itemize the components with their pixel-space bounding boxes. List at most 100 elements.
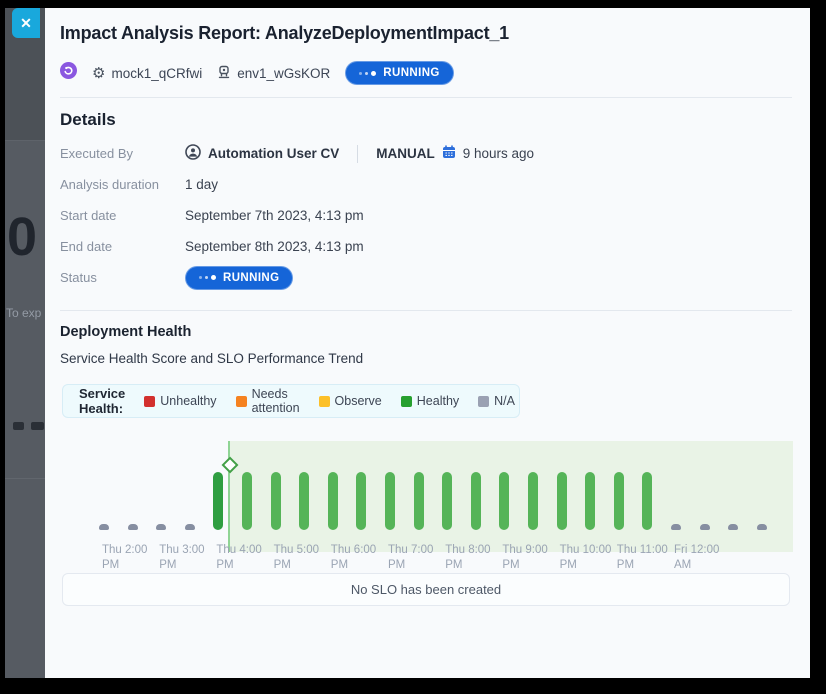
report-meta-row: ⚙ mock1_qCRfwi env1_wGsKOR RUNNING	[60, 60, 454, 86]
legend-label: Observe	[335, 394, 382, 408]
legend-title: Service Health:	[79, 386, 125, 416]
details-table: Executed By Automation User CV MANUAL	[60, 138, 700, 293]
details-heading: Details	[60, 110, 116, 130]
status-badge-label: RUNNING	[223, 272, 279, 284]
chart-bar[interactable]	[299, 472, 309, 530]
post-deployment-highlight-region	[229, 441, 793, 552]
legend-label: Needs attention	[252, 387, 300, 415]
x-axis-tick-label: Fri 12:00AM	[674, 543, 719, 573]
chart-bar[interactable]	[185, 524, 195, 530]
status-label: Status	[60, 270, 185, 285]
service-health-legend: Service Health: Unhealthy Needs attention…	[62, 384, 520, 418]
chart-bar[interactable]	[585, 472, 595, 530]
legend-swatch-icon	[401, 396, 412, 407]
section-divider	[60, 310, 792, 311]
environment-icon	[217, 65, 231, 82]
x-axis-tick-label: Thu 4:00PM	[216, 543, 261, 573]
chart-bar[interactable]	[728, 524, 738, 530]
legend-swatch-icon	[319, 396, 330, 407]
duration-value: 1 day	[185, 177, 218, 192]
executed-by-row: Executed By Automation User CV MANUAL	[60, 138, 700, 169]
legend-swatch-icon	[236, 396, 247, 407]
duration-row: Analysis duration 1 day	[60, 169, 700, 200]
header-divider	[60, 97, 792, 98]
legend-item: Needs attention	[236, 387, 300, 415]
x-axis-tick-label: Thu 6:00PM	[331, 543, 376, 573]
legend-label: Healthy	[417, 394, 459, 408]
chart-bar[interactable]	[700, 524, 710, 530]
legend-item: Unhealthy	[144, 394, 216, 408]
start-date-label: Start date	[60, 208, 185, 223]
chart-bar[interactable]	[242, 472, 252, 530]
duration-label: Analysis duration	[60, 177, 185, 192]
start-date-value: September 7th 2023, 4:13 pm	[185, 208, 364, 223]
status-row: Status RUNNING	[60, 262, 700, 293]
status-value: RUNNING	[185, 266, 293, 290]
x-axis-tick-label: Thu 2:00PM	[102, 543, 147, 573]
chart-bar[interactable]	[671, 524, 681, 530]
legend-item: Healthy	[401, 394, 459, 408]
environment-name: env1_wGsKOR	[237, 66, 330, 81]
chart-bar[interactable]	[442, 472, 452, 530]
x-axis-tick-label: Thu 7:00PM	[388, 543, 433, 573]
end-date-row: End date September 8th 2023, 4:13 pm	[60, 231, 700, 262]
end-date-label: End date	[60, 239, 185, 254]
chart-bar[interactable]	[557, 472, 567, 530]
workflow-meta-item: ⚙ mock1_qCRfwi	[92, 66, 202, 81]
trigger-mode: MANUAL	[376, 146, 435, 161]
workflow-app-icon	[60, 62, 77, 84]
chart-bar[interactable]	[156, 524, 166, 530]
deployment-health-heading: Deployment Health	[60, 324, 191, 340]
executed-by-user: Automation User CV	[208, 146, 339, 161]
close-button[interactable]: ✕	[12, 8, 40, 38]
page-title: Impact Analysis Report: AnalyzeDeploymen…	[60, 23, 509, 44]
legend-item: N/A	[478, 394, 515, 408]
background-metric-number: 0	[7, 206, 37, 268]
x-axis-tick-label: Thu 9:00PM	[502, 543, 547, 573]
status-badge: RUNNING	[185, 266, 293, 290]
x-axis-tick-label: Thu 11:00PM	[617, 543, 668, 573]
running-dots-icon	[359, 71, 376, 76]
dimmed-background-page: 0 To exp	[5, 8, 45, 678]
chart-bar[interactable]	[385, 472, 395, 530]
chart-bar[interactable]	[642, 472, 652, 530]
user-icon	[185, 144, 201, 163]
x-axis-tick-label: Thu 5:00PM	[274, 543, 319, 573]
x-axis-tick-label: Thu 8:00PM	[445, 543, 490, 573]
legend-item: Observe	[319, 394, 382, 408]
chart-subtitle: Service Health Score and SLO Performance…	[60, 351, 363, 366]
health-chart: Thu 2:00PM Thu 3:00PM Thu 4:00PM Thu 5:00PM…	[60, 428, 800, 576]
workflow-name: mock1_qCRfwi	[111, 66, 202, 81]
start-date-row: Start date September 7th 2023, 4:13 pm	[60, 200, 700, 231]
legend-swatch-icon	[144, 396, 155, 407]
slo-empty-state: No SLO has been created	[62, 573, 790, 606]
background-divider	[5, 478, 45, 479]
environment-meta-item: env1_wGsKOR	[217, 65, 330, 82]
chart-bar[interactable]	[213, 472, 223, 530]
value-separator	[357, 145, 358, 163]
background-toolbar-shape	[13, 422, 24, 430]
chart-bar[interactable]	[757, 524, 767, 530]
close-icon: ✕	[20, 15, 32, 32]
chart-bar[interactable]	[328, 472, 338, 530]
chart-bar[interactable]	[499, 472, 509, 530]
background-partial-text: To exp	[6, 306, 41, 320]
chart-bar[interactable]	[614, 472, 624, 530]
chart-bar[interactable]	[528, 472, 538, 530]
calendar-icon	[442, 145, 456, 162]
chart-bar[interactable]	[99, 524, 109, 530]
x-axis-tick-label: Thu 10:00PM	[560, 543, 612, 573]
gear-icon: ⚙	[92, 66, 105, 81]
chart-bar[interactable]	[471, 472, 481, 530]
chart-bar[interactable]	[271, 472, 281, 530]
background-toolbar-shape	[31, 422, 44, 430]
legend-label: N/A	[494, 394, 515, 408]
slo-empty-message: No SLO has been created	[351, 582, 501, 597]
chart-bar[interactable]	[128, 524, 138, 530]
x-axis-tick-label: Thu 3:00PM	[159, 543, 204, 573]
chart-bar[interactable]	[356, 472, 366, 530]
chart-bar[interactable]	[414, 472, 424, 530]
executed-time: 9 hours ago	[463, 146, 534, 161]
legend-label: Unhealthy	[160, 394, 216, 408]
status-badge-label: RUNNING	[383, 67, 439, 79]
